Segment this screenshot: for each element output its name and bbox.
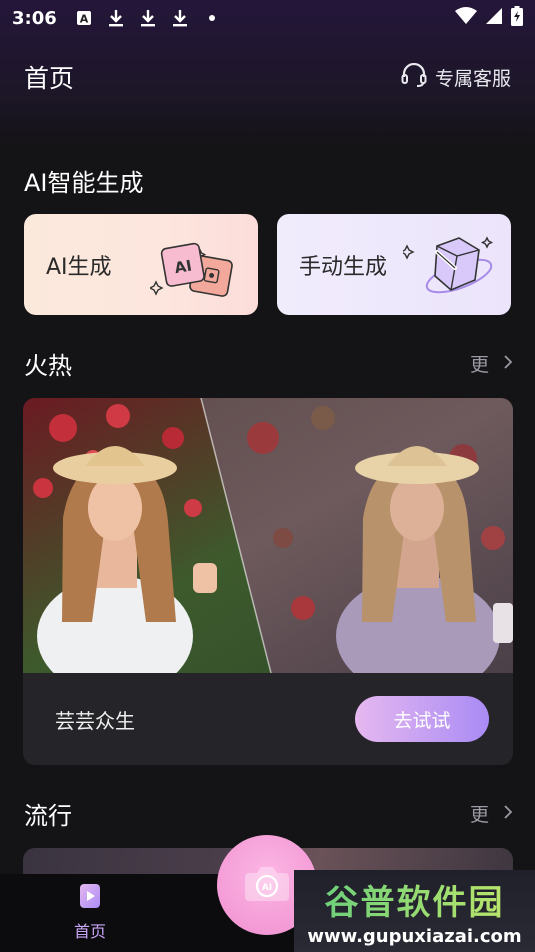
try-button[interactable]: 去试试 [355, 696, 489, 742]
a-text-icon: A [75, 9, 93, 27]
watermark: 谷普软件园 www.gupuxiazai.com [294, 870, 535, 952]
signal-icon [485, 7, 503, 30]
hot-template-name: 芸芸众生 [55, 708, 135, 733]
hot-section-title: 火热 [24, 352, 72, 380]
hot-card-footer: 芸芸众生 去试试 [23, 673, 513, 765]
customer-service-button[interactable]: 专属客服 [401, 62, 511, 92]
ai-badge-text: AI [173, 256, 193, 277]
download-icon [107, 9, 125, 27]
ai-camera-icon: AI [243, 863, 291, 907]
svg-text:A: A [80, 13, 89, 26]
nav-home[interactable]: 首页 [62, 882, 118, 946]
dot-icon [203, 9, 221, 27]
popular-section-title: 流行 [24, 802, 72, 830]
customer-service-label: 专属客服 [434, 67, 511, 90]
manual-generate-label: 手动生成 [299, 254, 388, 280]
download-icon [139, 9, 157, 27]
nav-home-label: 首页 [73, 922, 106, 941]
header: 首页 专属客服 [0, 52, 535, 102]
status-bar: 3:06 A [0, 0, 535, 36]
ai-generate-card[interactable]: AI生成 AI [24, 214, 258, 315]
manual-generate-card[interactable]: 手动生成 [277, 214, 511, 315]
ai-generate-label: AI生成 [46, 254, 112, 280]
home-play-icon [76, 882, 104, 914]
ai-section-title: AI智能生成 [24, 169, 144, 197]
ai-badge-icon: AI [148, 232, 242, 298]
popular-more-label: 更 [469, 804, 489, 826]
camera-badge-text: AI [262, 883, 272, 893]
battery-icon [511, 5, 523, 31]
hot-more-label: 更 [469, 354, 489, 376]
page-title: 首页 [24, 64, 75, 93]
hot-template-card[interactable]: 芸芸众生 去试试 [23, 398, 513, 765]
headset-icon [401, 62, 427, 92]
hot-template-image [23, 398, 513, 674]
chevron-right-icon [503, 353, 513, 375]
watermark-url: www.gupuxiazai.com [307, 926, 522, 947]
download-icon [171, 9, 189, 27]
magic-wand-cube-icon [399, 232, 495, 298]
chevron-right-icon [503, 803, 513, 825]
hot-more-link[interactable]: 更 [470, 350, 513, 377]
popular-more-link[interactable]: 更 [470, 800, 513, 827]
watermark-title: 谷普软件园 [325, 875, 505, 924]
status-time: 3:06 [12, 7, 57, 29]
wifi-icon [455, 6, 477, 30]
